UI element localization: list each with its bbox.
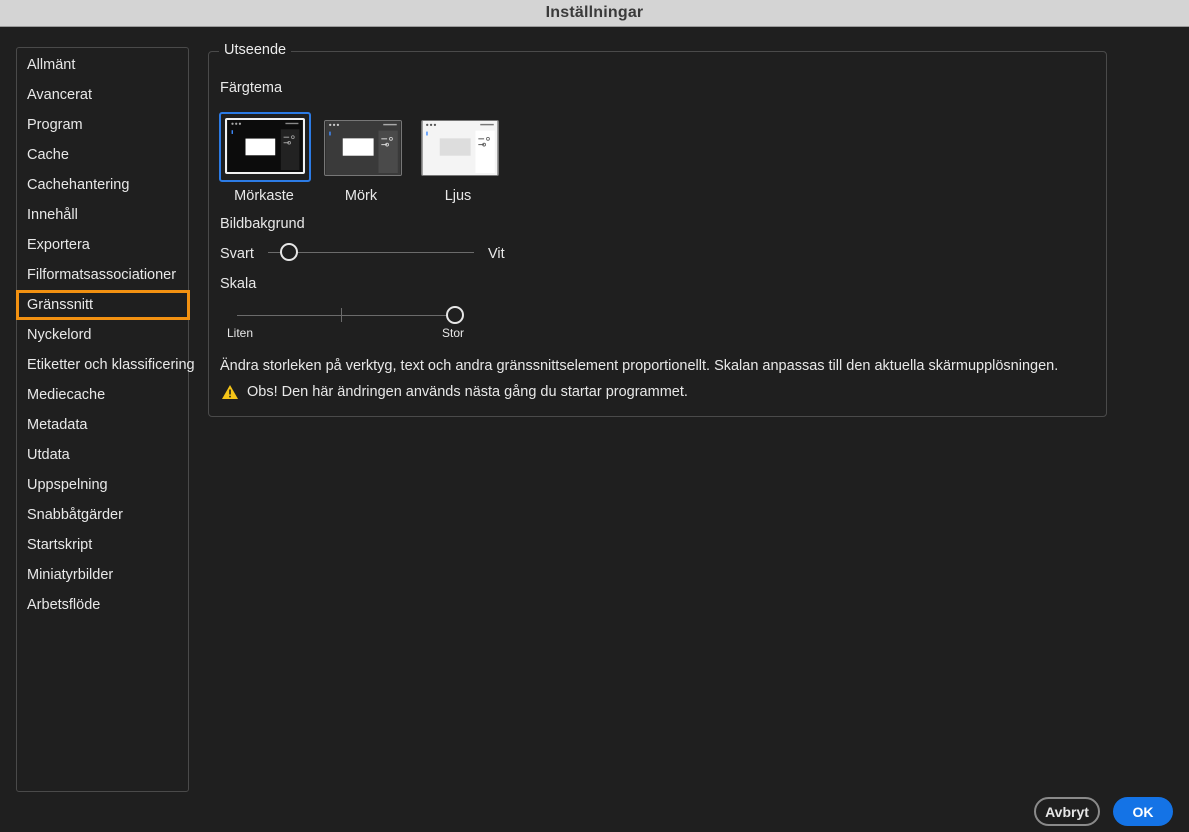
sidebar-item-program[interactable]: Program <box>17 110 188 140</box>
restart-warning: Obs! Den här ändringen används nästa gån… <box>221 384 688 400</box>
appearance-legend: Utseende <box>219 42 292 58</box>
theme-option-light[interactable] <box>420 113 499 176</box>
scale-description: Ändra storleken på verktyg, text och and… <box>220 358 1059 374</box>
sidebar-item-snabbatgarder[interactable]: Snabbåtgärder <box>17 500 188 530</box>
warning-text: Obs! Den här ändringen används nästa gån… <box>247 384 688 400</box>
image-background-min-label: Svart <box>220 246 254 262</box>
preferences-sidebar: Allmänt Avancerat Program Cache Cachehan… <box>16 47 195 792</box>
warning-icon <box>222 385 238 399</box>
sidebar-item-utdata[interactable]: Utdata <box>17 440 188 470</box>
sidebar-item-metadata[interactable]: Metadata <box>17 410 188 440</box>
sidebar-item-miniatyrbilder[interactable]: Miniatyrbilder <box>17 560 188 590</box>
sidebar-item-cachehantering[interactable]: Cachehantering <box>17 170 188 200</box>
ok-button[interactable]: OK <box>1113 797 1173 826</box>
scale-max-label: Stor <box>442 326 465 340</box>
sidebar-item-mediecache[interactable]: Mediecache <box>17 380 188 410</box>
theme-label-darkest: Mörkaste <box>234 188 294 204</box>
sidebar-item-exportera[interactable]: Exportera <box>17 230 188 260</box>
appearance-group: Utseende Färgtema Mörkaste Mörk Ljus Bil… <box>208 42 1107 417</box>
scale-min-label: Liten <box>227 326 254 340</box>
image-background-max-label: Vit <box>488 246 505 262</box>
scale-slider-track[interactable] <box>237 315 455 316</box>
sidebar-item-allmant[interactable]: Allmänt <box>17 50 188 80</box>
window-title: Inställningar <box>545 4 644 21</box>
sidebar-item-granssnitt[interactable]: Gränssnitt <box>16 290 190 320</box>
sidebar-item-uppspelning[interactable]: Uppspelning <box>17 470 188 500</box>
image-background-slider-knob[interactable] <box>279 243 298 261</box>
light-theme-thumbnail-icon <box>421 120 499 176</box>
sidebar-item-avancerat[interactable]: Avancerat <box>17 80 188 110</box>
dark-theme-thumbnail-icon <box>324 120 402 176</box>
scale-slider-knob[interactable] <box>446 306 464 324</box>
sidebar-item-filformatsassociationer[interactable]: Filformatsassociationer <box>17 260 188 290</box>
sidebar-item-arbetsflode[interactable]: Arbetsflöde <box>17 590 188 620</box>
theme-option-dark[interactable] <box>323 113 402 176</box>
cancel-button[interactable]: Avbryt <box>1034 797 1100 826</box>
theme-label-light: Ljus <box>444 188 472 204</box>
sidebar-item-innehall[interactable]: Innehåll <box>17 200 188 230</box>
image-background-slider-track[interactable] <box>268 252 474 253</box>
sidebar-item-startskript[interactable]: Startskript <box>17 530 188 560</box>
image-background-label: Bildbakgrund <box>220 216 305 232</box>
window-titlebar: Inställningar <box>0 0 1189 27</box>
scale-label: Skala <box>220 276 257 292</box>
theme-option-darkest[interactable] <box>219 112 311 182</box>
sidebar-item-etiketter[interactable]: Etiketter och klassificering <box>17 350 195 380</box>
darkest-theme-thumbnail-icon <box>225 118 305 174</box>
scale-slider-tick <box>341 308 342 322</box>
color-theme-label: Färgtema <box>220 80 283 96</box>
sidebar-item-nyckelord[interactable]: Nyckelord <box>17 320 188 350</box>
sidebar-item-cache[interactable]: Cache <box>17 140 188 170</box>
theme-label-dark: Mörk <box>344 188 378 204</box>
